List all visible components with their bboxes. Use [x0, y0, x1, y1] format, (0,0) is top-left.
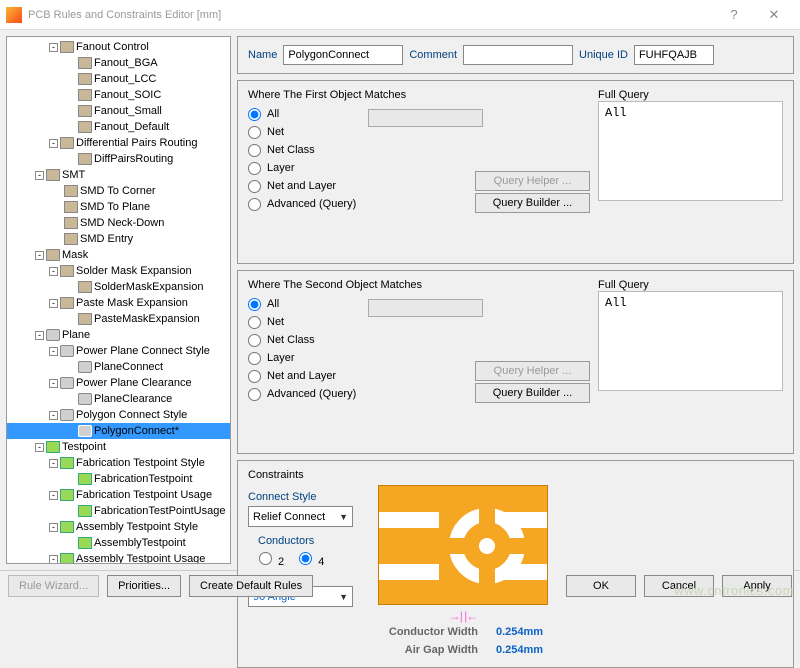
conductors-option[interactable]: 4 — [294, 549, 324, 568]
tree-node[interactable]: -Power Plane Connect Style — [7, 343, 230, 359]
match1-net-combo[interactable] — [368, 109, 483, 127]
conductors-label: Conductors — [258, 535, 366, 547]
window-title: PCB Rules and Constraints Editor [mm] — [28, 9, 714, 21]
constraints-title: Constraints — [248, 469, 783, 481]
tree-node[interactable]: DiffPairsRouting — [7, 151, 230, 167]
chevron-down-icon: ▼ — [339, 512, 348, 522]
rule-header: Name Comment Unique ID — [237, 36, 794, 74]
tree-node[interactable]: Fanout_Small — [7, 103, 230, 119]
tree-node[interactable]: -Assembly Testpoint Usage — [7, 551, 230, 564]
tree-node[interactable]: AssemblyTestpoint — [7, 535, 230, 551]
uniqueid-input[interactable] — [634, 45, 714, 65]
constraints-group: Constraints Connect Style Relief Connect… — [237, 460, 794, 668]
match1-fullquery-label: Full Query — [598, 89, 783, 101]
connect-style-preview — [378, 485, 548, 605]
tree-node[interactable]: Fanout_BGA — [7, 55, 230, 71]
name-input[interactable] — [283, 45, 403, 65]
tree-node[interactable]: SMD Entry — [7, 231, 230, 247]
title-bar: PCB Rules and Constraints Editor [mm] ? … — [0, 0, 800, 30]
air-gap-value[interactable]: 0.254mm — [496, 644, 543, 656]
tree-node[interactable]: PlaneConnect — [7, 359, 230, 375]
app-icon — [6, 7, 22, 23]
connect-style-value: Relief Connect — [253, 511, 325, 523]
tree-node[interactable]: -Testpoint — [7, 439, 230, 455]
apply-button[interactable]: Apply — [722, 575, 792, 597]
comment-input[interactable] — [463, 45, 573, 65]
match2-title: Where The Second Object Matches — [248, 279, 590, 291]
match1-fullquery-value[interactable]: All — [598, 101, 783, 201]
create-default-rules-button[interactable]: Create Default Rules — [189, 575, 313, 597]
tree-node[interactable]: -Paste Mask Expansion — [7, 295, 230, 311]
conductor-width-value[interactable]: 0.254mm — [496, 626, 543, 638]
tree-node[interactable]: SMD To Plane — [7, 199, 230, 215]
tree-node[interactable]: -Mask — [7, 247, 230, 263]
priorities-button[interactable]: Priorities... — [107, 575, 181, 597]
air-gap-label: Air Gap Width — [378, 644, 478, 656]
rules-tree[interactable]: -Fanout ControlFanout_BGAFanout_LCCFanou… — [6, 36, 231, 564]
match2-query-helper-button[interactable]: Query Helper ... — [475, 361, 590, 381]
tree-node[interactable]: -Assembly Testpoint Style — [7, 519, 230, 535]
uniqueid-label: Unique ID — [579, 49, 628, 61]
tree-node[interactable]: -Fanout Control — [7, 39, 230, 55]
tree-node[interactable]: -Power Plane Clearance — [7, 375, 230, 391]
tree-node[interactable]: Fanout_LCC — [7, 71, 230, 87]
chevron-down-icon: ▼ — [339, 592, 348, 602]
conductors-option[interactable]: 2 — [254, 549, 284, 568]
dimension-arrows: →| |← — [378, 609, 548, 623]
tree-node[interactable]: PlaneClearance — [7, 391, 230, 407]
match2-fullquery-label: Full Query — [598, 279, 783, 291]
match2-option[interactable]: Net Class — [248, 331, 590, 349]
ok-button[interactable]: OK — [566, 575, 636, 597]
match2-net-combo[interactable] — [368, 299, 483, 317]
second-object-match-group: Where The Second Object Matches All Net … — [237, 270, 794, 454]
tree-node[interactable]: PasteMaskExpansion — [7, 311, 230, 327]
comment-label: Comment — [409, 49, 457, 61]
cancel-button[interactable]: Cancel — [644, 575, 714, 597]
tree-node[interactable]: SMD To Corner — [7, 183, 230, 199]
name-label: Name — [248, 49, 277, 61]
tree-node[interactable]: FabricationTestPointUsage — [7, 503, 230, 519]
tree-node[interactable]: Fanout_SOIC — [7, 87, 230, 103]
match1-option[interactable]: Net Class — [248, 141, 590, 159]
tree-node[interactable]: Fanout_Default — [7, 119, 230, 135]
tree-node[interactable]: FabricationTestpoint — [7, 471, 230, 487]
tree-node[interactable]: -SMT — [7, 167, 230, 183]
tree-node[interactable]: SolderMaskExpansion — [7, 279, 230, 295]
first-object-match-group: Where The First Object Matches All Net N… — [237, 80, 794, 264]
connect-style-combo[interactable]: Relief Connect ▼ — [248, 506, 353, 527]
tree-node[interactable]: SMD Neck-Down — [7, 215, 230, 231]
tree-node[interactable]: -Solder Mask Expansion — [7, 263, 230, 279]
match1-title: Where The First Object Matches — [248, 89, 590, 101]
connect-style-label: Connect Style — [248, 491, 366, 503]
match1-query-builder-button[interactable]: Query Builder ... — [475, 193, 590, 213]
match2-fullquery-value[interactable]: All — [598, 291, 783, 391]
conductor-width-label: Conductor Width — [378, 626, 478, 638]
match2-query-builder-button[interactable]: Query Builder ... — [475, 383, 590, 403]
rule-wizard-button[interactable]: Rule Wizard... — [8, 575, 99, 597]
tree-node[interactable]: PolygonConnect* — [7, 423, 230, 439]
tree-node[interactable]: -Fabrication Testpoint Style — [7, 455, 230, 471]
tree-node[interactable]: -Differential Pairs Routing — [7, 135, 230, 151]
tree-node[interactable]: -Plane — [7, 327, 230, 343]
close-button[interactable]: ✕ — [754, 7, 794, 23]
match1-query-helper-button[interactable]: Query Helper ... — [475, 171, 590, 191]
tree-node[interactable]: -Polygon Connect Style — [7, 407, 230, 423]
help-button[interactable]: ? — [714, 7, 754, 22]
tree-node[interactable]: -Fabrication Testpoint Usage — [7, 487, 230, 503]
